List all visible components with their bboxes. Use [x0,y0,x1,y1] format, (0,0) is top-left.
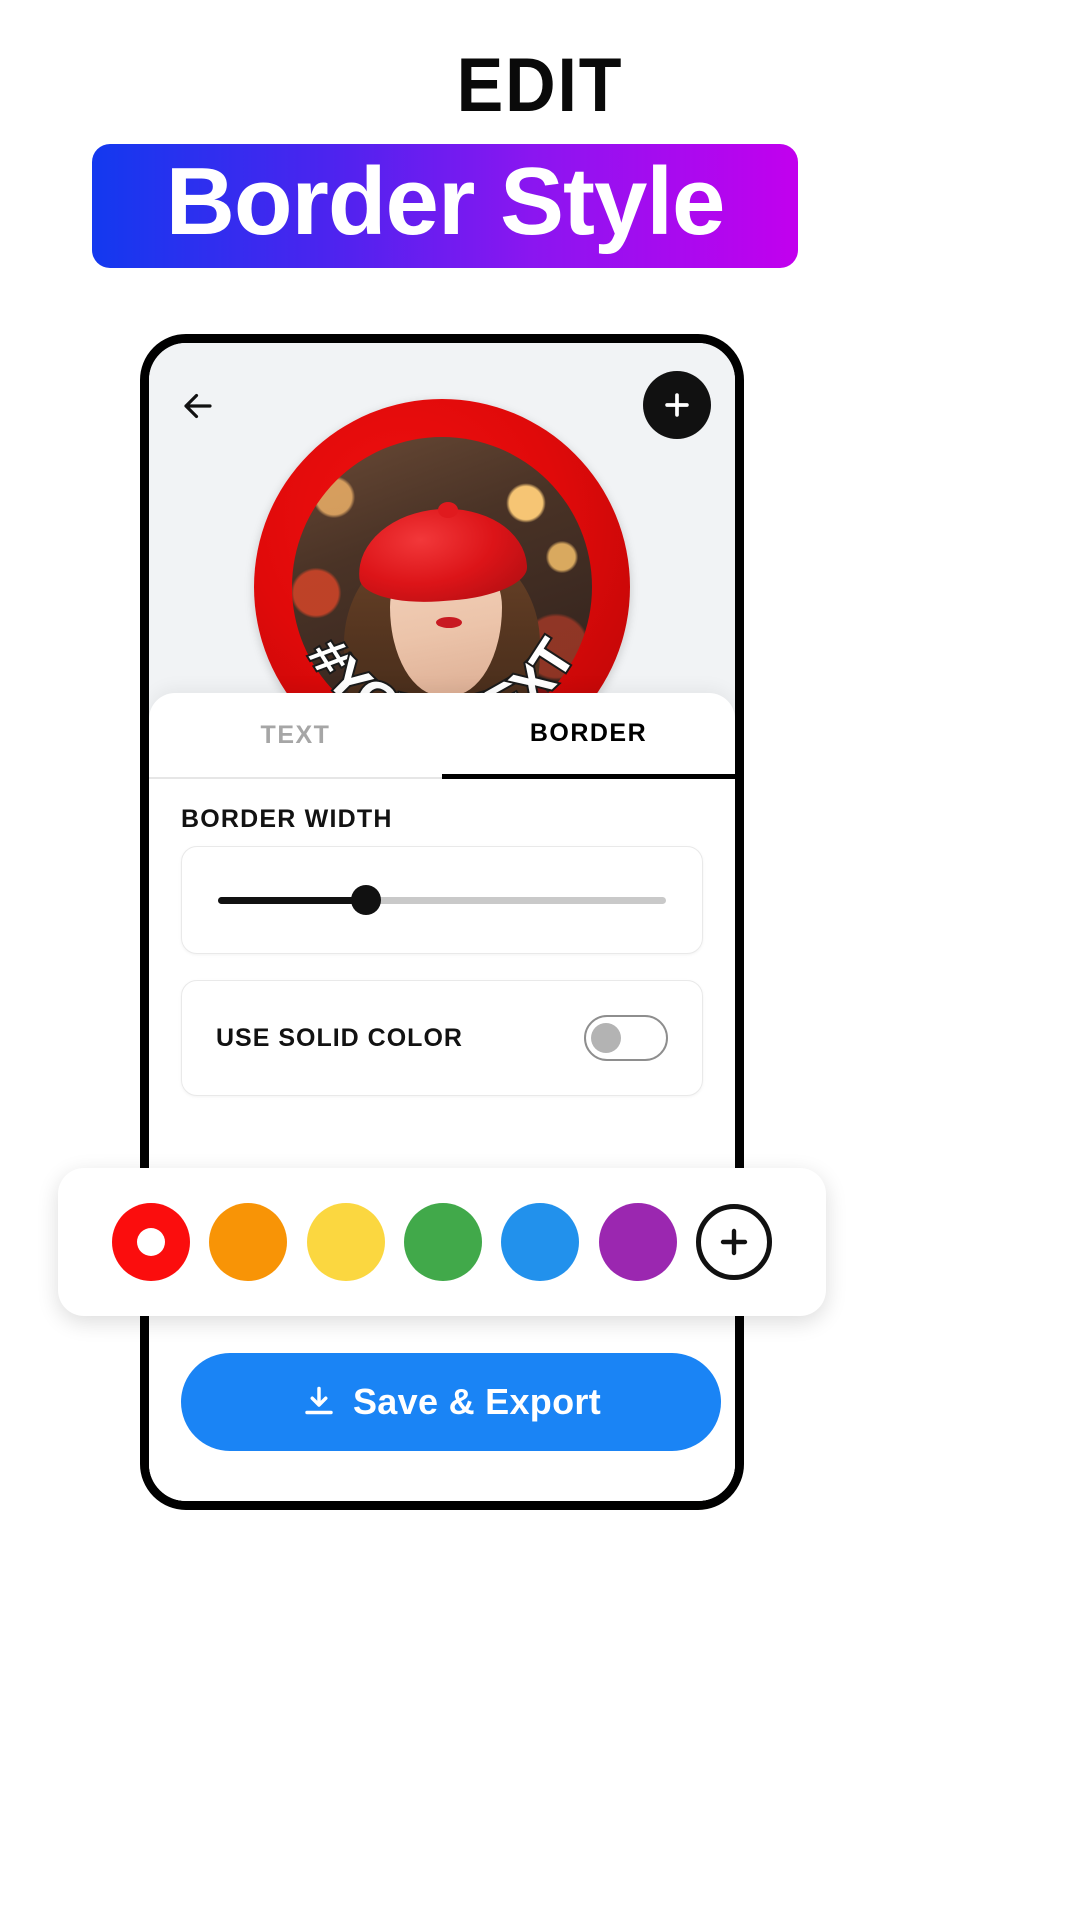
color-swatch-green[interactable] [403,1203,482,1281]
download-icon [305,1386,333,1415]
use-solid-color-label: USE SOLID COLOR [216,1023,463,1052]
tab-border[interactable]: BORDER [442,693,735,779]
color-swatch-yellow[interactable] [306,1203,385,1281]
editor-sheet: TEXT BORDER BORDER WIDTH USE SOLID COLOR [149,693,735,1501]
editor-tabs: TEXT BORDER [149,693,735,779]
promo-screenshot: EDIT Border Style #Y XT TEXT BORDER BORD… [0,0,1080,1920]
color-swatch-red[interactable] [112,1203,190,1281]
color-swatch-purple[interactable] [598,1203,677,1281]
promo-eyebrow: EDIT [456,43,624,128]
use-solid-color-toggle[interactable] [584,1015,668,1061]
color-palette [58,1168,826,1316]
use-solid-color-row[interactable]: USE SOLID COLOR [181,980,703,1096]
promo-banner: Border Style [92,144,798,268]
tab-text[interactable]: TEXT [149,693,442,779]
toggle-knob [591,1023,621,1053]
slider-thumb[interactable] [350,885,381,915]
promo-headline: Border Style [165,148,726,255]
color-swatch-orange[interactable] [209,1203,288,1281]
border-width-card [181,846,703,954]
save-export-label: Save & Export [353,1381,601,1422]
border-width-slider[interactable] [218,885,666,915]
save-export-button[interactable]: Save & Export [181,1353,721,1451]
plus-circle-icon [720,1228,748,1256]
add-color-button[interactable] [695,1204,772,1280]
phone-mockup: #YOURTEXT TEXT BORDER BORDER WIDTH [140,334,744,1510]
app-screen: #YOURTEXT TEXT BORDER BORDER WIDTH [149,343,735,1501]
slider-fill [218,896,366,904]
border-width-label: BORDER WIDTH [181,805,393,833]
color-swatch-blue[interactable] [501,1203,580,1281]
